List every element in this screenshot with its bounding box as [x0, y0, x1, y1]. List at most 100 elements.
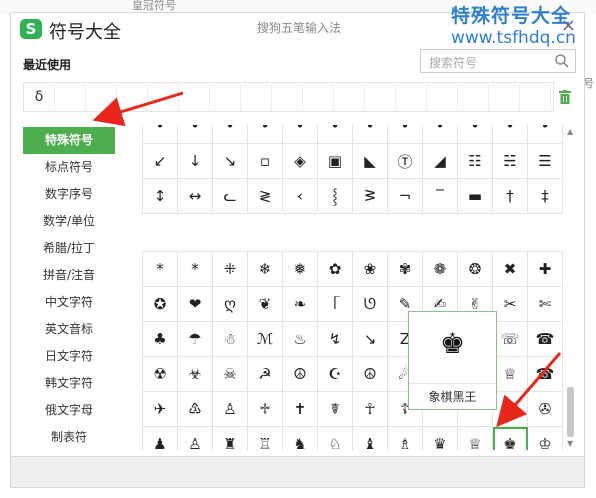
symbol-cell[interactable]: ☤: [317, 391, 353, 427]
symbol-cell[interactable]: ♚: [492, 426, 528, 450]
symbol-cell[interactable]: ☮: [352, 356, 388, 392]
scroll-up-icon[interactable]: ▲: [567, 127, 573, 136]
recent-symbol-cell[interactable]: [86, 83, 117, 111]
symbol-cell[interactable]: ☎: [527, 356, 563, 392]
symbol-cell[interactable]: ‾: [422, 178, 458, 214]
symbol-cell[interactable]: ♳: [177, 391, 213, 427]
symbol-cell[interactable]: ♔: [527, 426, 563, 450]
sidebar-item[interactable]: 数字序号: [23, 181, 115, 208]
recent-symbol-cell[interactable]: [427, 83, 458, 111]
symbol-cell[interactable]: ☪: [317, 356, 353, 392]
symbol-cell[interactable]: ☎: [527, 321, 563, 357]
symbol-cell[interactable]: •: [142, 125, 178, 144]
search-input[interactable]: 搜索符号: [420, 49, 576, 73]
symbol-cell[interactable]: ☣: [177, 356, 213, 392]
symbol-cell[interactable]: ♞: [282, 426, 318, 450]
symbol-cell[interactable]: ᓚ: [212, 178, 248, 214]
recent-symbol-cell[interactable]: [334, 83, 365, 111]
recent-symbol-cell[interactable]: [241, 83, 272, 111]
symbol-cell[interactable]: *: [142, 251, 178, 287]
symbol-cell[interactable]: ☂: [177, 321, 213, 357]
symbol-cell[interactable]: ♖: [247, 426, 283, 450]
symbol-cell[interactable]: Ⓣ: [387, 143, 423, 179]
symbol-cell[interactable]: ❂: [457, 251, 493, 287]
scrollbar-thumb[interactable]: [567, 387, 574, 437]
symbol-cell[interactable]: •: [177, 125, 213, 144]
symbol-cell[interactable]: ♙: [212, 391, 248, 427]
recent-symbol-cell[interactable]: [303, 83, 334, 111]
symbol-cell[interactable]: ♗: [387, 426, 423, 450]
symbol-cell[interactable]: ◈: [282, 143, 318, 179]
symbol-cell[interactable]: ❁: [422, 251, 458, 287]
recent-symbol-cell[interactable]: [148, 83, 179, 111]
symbol-cell[interactable]: ↙: [142, 143, 178, 179]
symbol-cell[interactable]: †: [492, 178, 528, 214]
symbol-cell[interactable]: ღ: [212, 286, 248, 322]
symbol-cell[interactable]: ☰: [527, 143, 563, 179]
symbol-cell[interactable]: ‡: [527, 178, 563, 214]
symbol-cell[interactable]: *: [177, 251, 213, 287]
recent-symbol-cell[interactable]: [396, 83, 427, 111]
symbol-cell[interactable]: ❄: [247, 251, 283, 287]
recent-symbol-cell[interactable]: [117, 83, 148, 111]
symbol-cell[interactable]: ❅: [282, 251, 318, 287]
symbol-cell[interactable]: ◣: [352, 143, 388, 179]
symbol-cell[interactable]: ♜: [212, 426, 248, 450]
symbol-cell[interactable]: ✂: [492, 286, 528, 322]
symbol-cell[interactable]: ✿: [317, 251, 353, 287]
symbol-cell[interactable]: ✾: [387, 251, 423, 287]
recent-symbol-cell[interactable]: [179, 83, 210, 111]
sidebar-item[interactable]: 日文字符: [23, 343, 115, 370]
symbol-cell[interactable]: ♙: [177, 426, 213, 450]
sidebar-item[interactable]: 中文字符: [23, 289, 115, 316]
symbol-cell[interactable]: •: [527, 125, 563, 144]
sidebar-item[interactable]: 制表符: [23, 424, 115, 451]
symbol-cell[interactable]: ▬: [457, 178, 493, 214]
symbol-cell[interactable]: •: [212, 125, 248, 144]
sidebar-item[interactable]: 希腊/拉丁: [23, 235, 115, 262]
search-icon[interactable]: [554, 53, 570, 69]
recent-symbol-cell[interactable]: δ: [24, 83, 55, 111]
symbol-cell[interactable]: •: [492, 125, 528, 144]
symbol-cell[interactable]: ᥬ: [317, 286, 353, 322]
sidebar-item[interactable]: 标点符号: [23, 154, 115, 181]
symbol-cell[interactable]: ☷: [457, 143, 493, 179]
symbol-cell[interactable]: •: [282, 125, 318, 144]
symbol-cell[interactable]: ❦: [247, 286, 283, 322]
symbol-cell[interactable]: ♱: [247, 391, 283, 427]
symbol-cell[interactable]: ◢: [422, 143, 458, 179]
symbol-cell[interactable]: •: [352, 125, 388, 144]
symbol-cell[interactable]: •: [317, 125, 353, 144]
symbol-cell[interactable]: ♕: [492, 356, 528, 392]
symbol-cell[interactable]: •: [387, 125, 423, 144]
symbol-cell[interactable]: ♘: [317, 426, 353, 450]
symbol-cell[interactable]: ♛: [422, 426, 458, 450]
symbol-cell[interactable]: ✖: [492, 251, 528, 287]
symbol-cell[interactable]: ↘: [212, 143, 248, 179]
symbol-cell[interactable]: ☵: [492, 143, 528, 179]
symbol-cell[interactable]: ≷: [247, 178, 283, 214]
symbol-cell[interactable]: ♣: [142, 321, 178, 357]
sidebar-item[interactable]: 特殊符号: [23, 127, 115, 154]
symbol-cell[interactable]: ↓: [177, 143, 213, 179]
recent-symbol-cell[interactable]: [520, 83, 551, 111]
symbol-cell[interactable]: ♝: [352, 426, 388, 450]
symbol-cell[interactable]: ♕: [457, 426, 493, 450]
symbol-cell[interactable]: ☢: [142, 356, 178, 392]
symbol-cell[interactable]: ☥: [352, 391, 388, 427]
recent-symbol-cell[interactable]: [55, 83, 86, 111]
sidebar-item[interactable]: 韩文字符: [23, 370, 115, 397]
symbol-cell[interactable]: ‹: [282, 178, 318, 214]
recent-symbol-cell[interactable]: [489, 83, 520, 111]
symbol-cell[interactable]: ↘: [352, 321, 388, 357]
symbol-cell[interactable]: ᘎ: [352, 286, 388, 322]
symbol-cell[interactable]: ☮: [282, 356, 318, 392]
symbol-cell[interactable]: ↔: [177, 178, 213, 214]
symbol-cell[interactable]: ↯: [317, 321, 353, 357]
scroll-down-icon[interactable]: ▼: [567, 439, 573, 448]
symbol-cell[interactable]: ☃: [212, 321, 248, 357]
symbol-cell[interactable]: ℳ: [247, 321, 283, 357]
symbol-cell[interactable]: ⁜: [212, 251, 248, 287]
symbol-cell[interactable]: ᕒ: [352, 178, 388, 214]
symbol-cell[interactable]: ☭: [247, 356, 283, 392]
